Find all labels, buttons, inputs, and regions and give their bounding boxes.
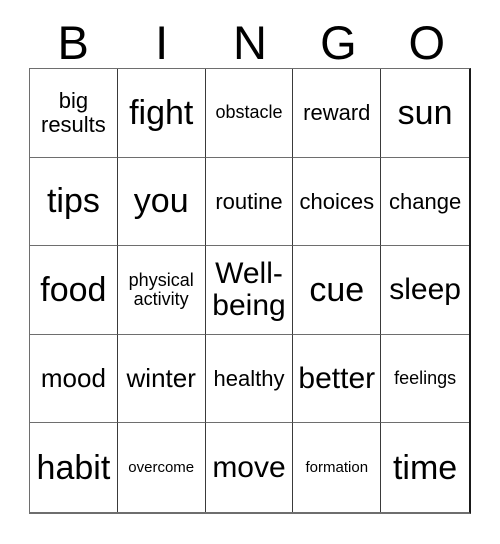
bingo-cell-label: you [133,182,189,221]
bingo-cell-r1c4[interactable]: reward [293,69,382,158]
bingo-cell-r1c2[interactable]: fight [117,69,206,158]
bingo-cell-r3c5[interactable]: sleep [381,246,469,335]
bingo-cell-r5c2[interactable]: overcome [117,423,206,512]
bingo-cell-label: habit [36,448,111,487]
bingo-cell-label: choices [299,188,375,214]
bingo-cell-label: change [389,188,462,214]
bingo-cell-label: time [392,448,458,487]
bingo-cell-r4c2[interactable]: winter [117,334,206,424]
bingo-grid: big results fight obstacle reward sun ti… [29,68,471,514]
bingo-cell-r3c2[interactable]: physical activity [117,246,206,335]
bingo-header-letter-n: N [233,15,267,69]
bingo-cell-label: formation [305,458,369,476]
bingo-cell-label: reward [303,100,371,126]
bingo-cell-label: winter [126,362,196,393]
bingo-cell-label: feelings [394,368,457,389]
bingo-cell-r3c3[interactable]: Well- being [205,246,294,335]
bingo-cell-r4c1[interactable]: mood [30,334,118,424]
bingo-cell-label: Well- being [212,256,286,322]
bingo-cell-label: food [40,270,107,309]
bingo-cell-label: big results [41,88,106,137]
bingo-cell-r4c5[interactable]: feelings [381,334,469,424]
bingo-cell-label: move [212,450,286,484]
bingo-cell-label: fight [129,93,194,132]
bingo-header-row: B I N G O [29,18,471,66]
bingo-cell-r2c5[interactable]: change [381,157,469,247]
bingo-card: B I N G O big results fight obstacle rew… [0,0,500,544]
bingo-cell-r2c4[interactable]: choices [293,157,382,247]
bingo-cell-r4c3[interactable]: healthy [205,334,294,424]
bingo-header-letter-g: G [320,15,357,69]
bingo-cell-r1c1[interactable]: big results [30,69,118,158]
bingo-header-letter-i: I [155,15,169,69]
bingo-cell-label: overcome [128,458,195,476]
bingo-cell-label: sleep [389,273,461,307]
bingo-cell-r1c3[interactable]: obstacle [205,69,294,158]
bingo-cell-label: obstacle [215,102,283,123]
bingo-header-letter-o: O [408,15,446,69]
bingo-cell-r2c1[interactable]: tips [30,157,118,247]
bingo-cell-r5c5[interactable]: time [381,423,469,512]
bingo-cell-r4c4[interactable]: better [293,334,382,424]
bingo-header-letter-b: B [57,15,89,69]
bingo-cell-r3c4[interactable]: cue [293,246,382,335]
bingo-cell-label: healthy [213,365,285,391]
bingo-cell-r1c5[interactable]: sun [381,69,469,158]
bingo-cell-label: cue [309,270,365,309]
bingo-cell-label: sun [397,93,453,132]
bingo-cell-label: routine [215,188,283,214]
bingo-cell-r2c3[interactable]: routine [205,157,294,247]
bingo-cell-r5c3[interactable]: move [205,423,294,512]
bingo-cell-label: mood [40,362,106,393]
bingo-cell-label: better [298,361,376,395]
bingo-cell-r5c4[interactable]: formation [293,423,382,512]
bingo-cell-label: tips [46,182,100,221]
bingo-cell-r5c1[interactable]: habit [30,423,118,512]
bingo-cell-r3c1[interactable]: food [30,246,118,335]
bingo-cell-r2c2[interactable]: you [117,157,206,247]
bingo-cell-label: physical activity [128,269,194,309]
